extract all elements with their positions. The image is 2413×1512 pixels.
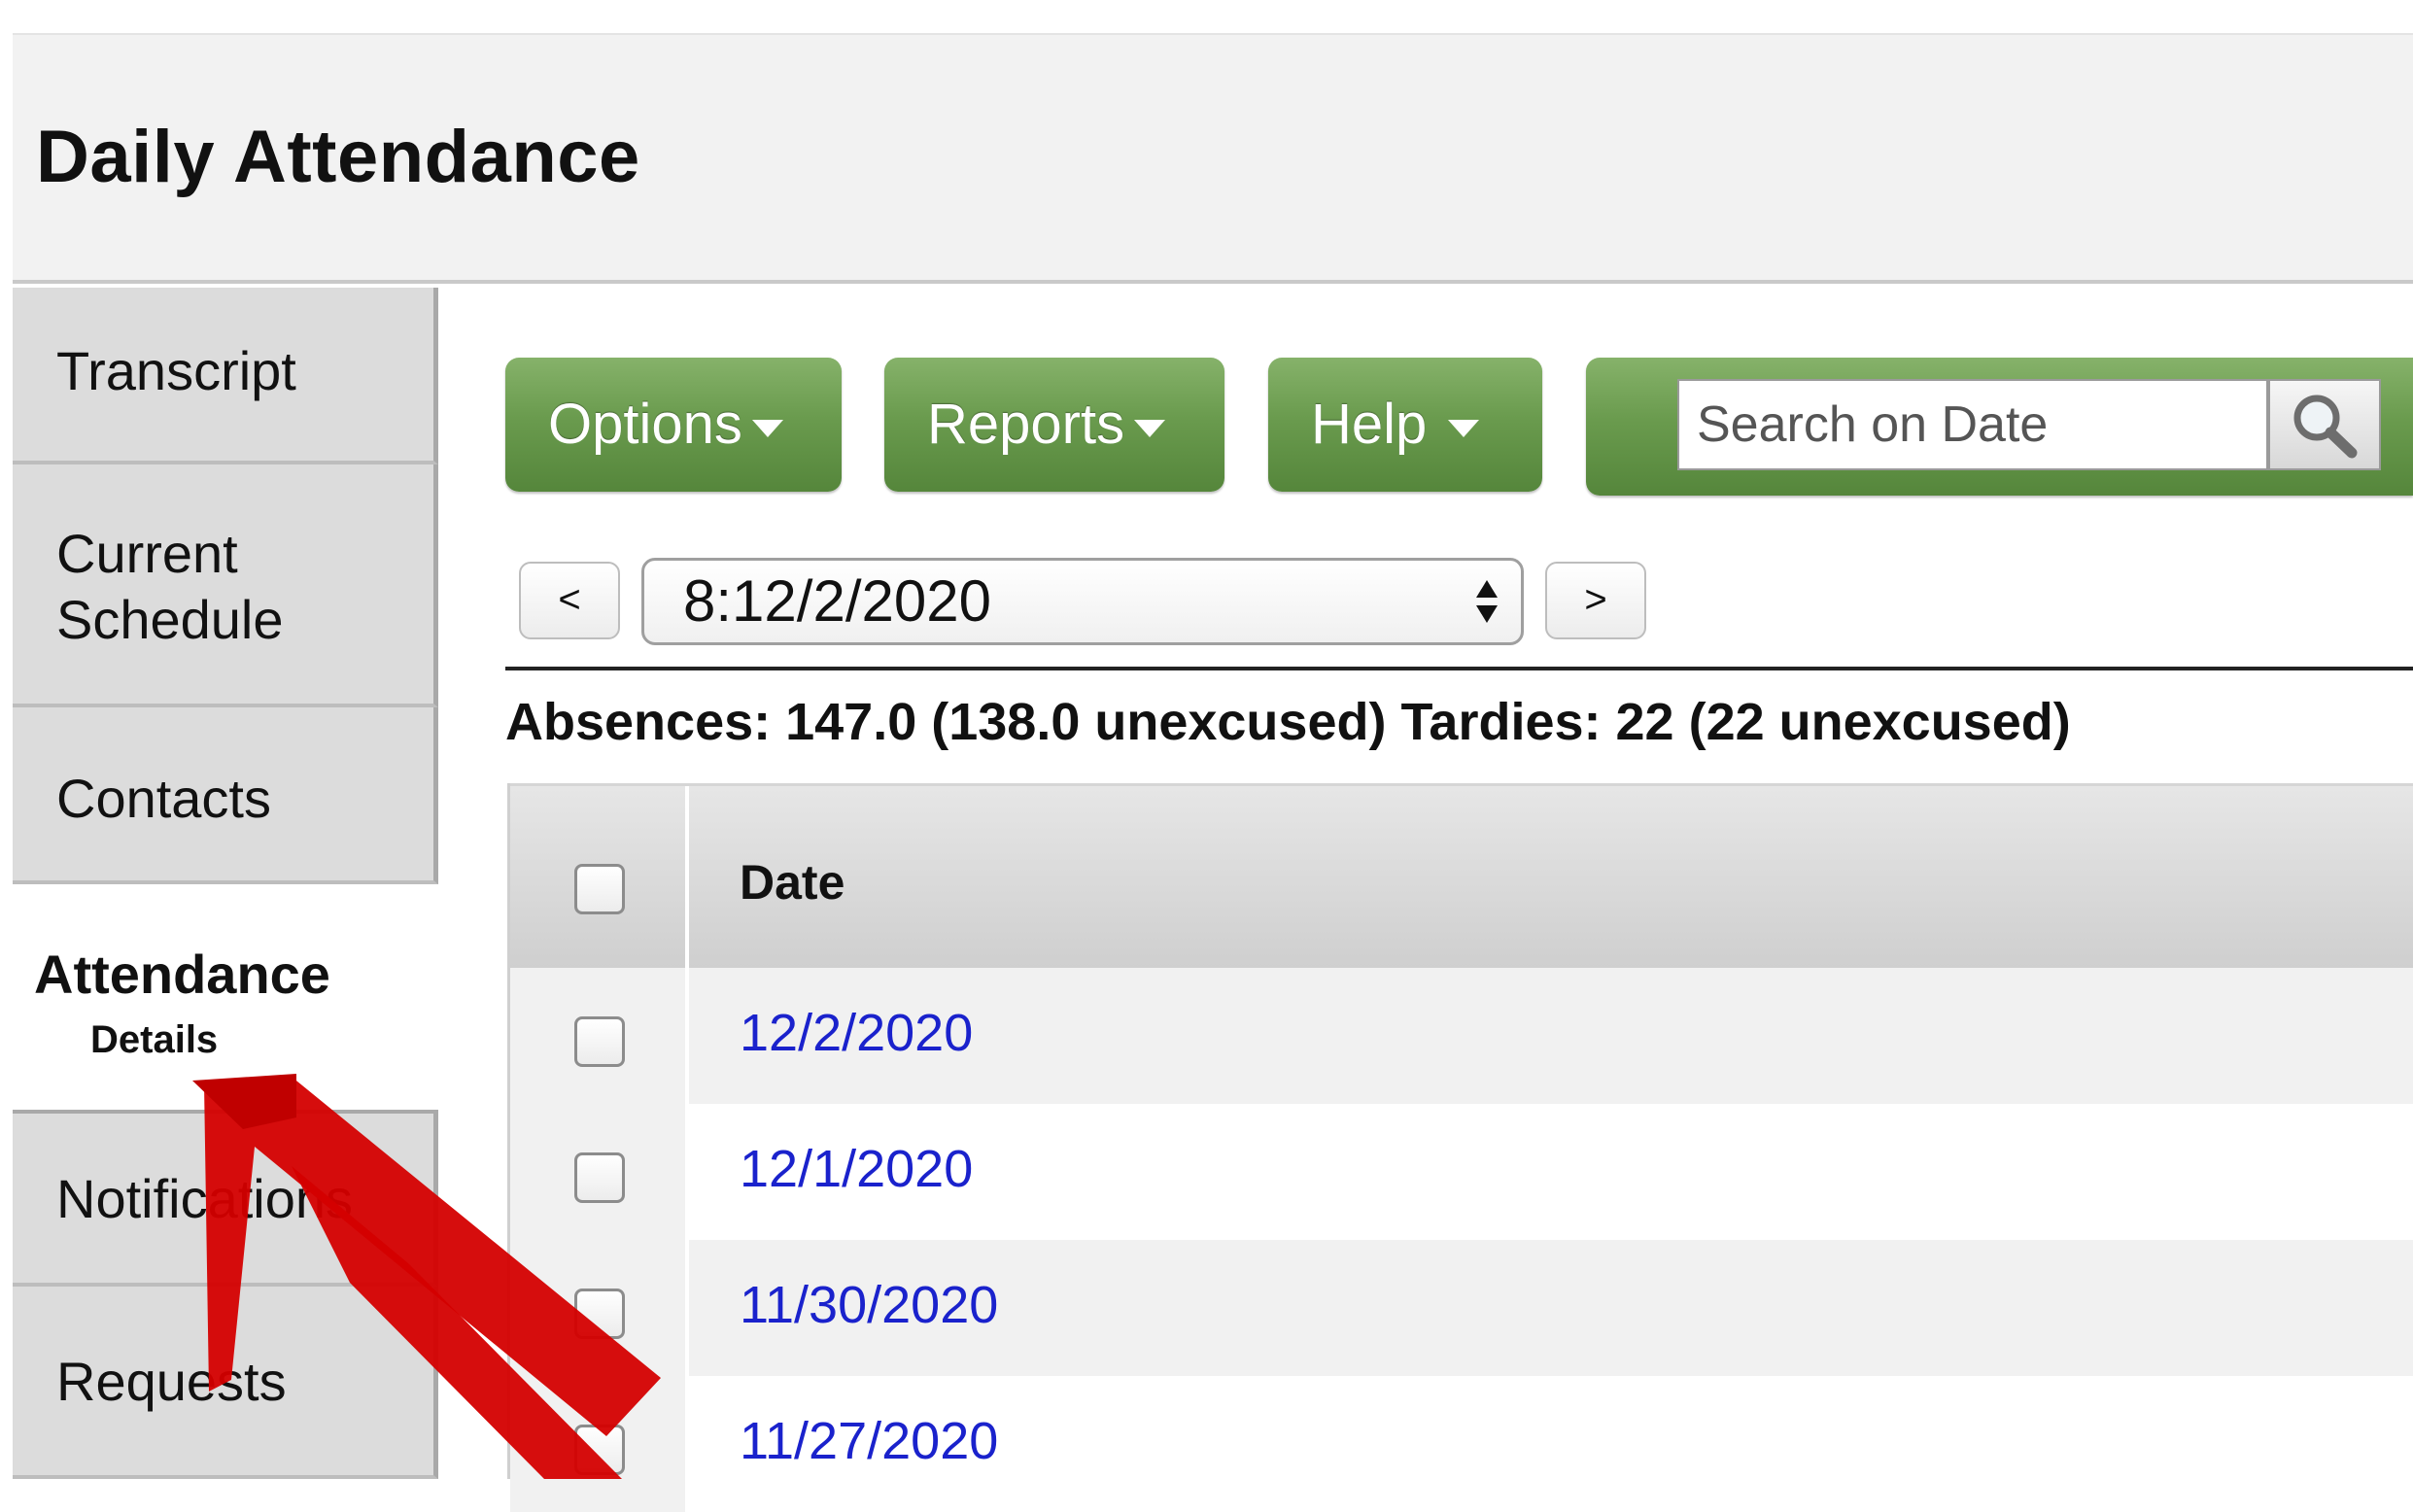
table-row: 12/1/2020	[510, 1104, 2413, 1240]
page-header: Daily Attendance	[13, 33, 2413, 284]
magnifier-icon	[2293, 395, 2358, 459]
top-margin	[0, 0, 2413, 33]
attendance-table: Date 12/2/2020 12/1/2020 11/30/2020 11/2…	[507, 783, 2413, 1512]
chevron-down-icon	[1134, 419, 1166, 437]
select-updown-icon	[1476, 580, 1498, 623]
left-margin	[0, 0, 13, 1479]
date-select-value: 8:12/2/2020	[683, 568, 991, 634]
row-checkbox[interactable]	[574, 1152, 625, 1203]
next-date-button[interactable]: >	[1545, 562, 1646, 639]
sidebar-item-label: Attendance	[34, 944, 330, 1005]
page: Daily Attendance Transcript Current Sche…	[0, 0, 2413, 1512]
header-checkbox-cell	[510, 786, 689, 971]
sidebar-item-contacts[interactable]: Contacts	[13, 707, 438, 884]
table-row: 11/30/2020	[510, 1240, 2413, 1376]
sidebar-item-attendance[interactable]: Attendance Details	[13, 884, 438, 1110]
attendance-summary: Absences: 147.0 (138.0 unexcused) Tardie…	[505, 693, 2071, 751]
divider	[505, 667, 2413, 670]
row-checkbox-cell	[510, 1240, 689, 1376]
row-checkbox[interactable]	[574, 1425, 625, 1475]
chevron-down-icon	[1448, 419, 1480, 437]
chevron-down-icon	[751, 419, 783, 437]
select-all-checkbox[interactable]	[574, 864, 625, 914]
help-button[interactable]: Help	[1268, 358, 1542, 492]
sidebar: Transcript Current Schedule Contacts Att…	[13, 288, 440, 1479]
row-checkbox[interactable]	[574, 1289, 625, 1339]
table-row: 12/2/2020	[510, 968, 2413, 1104]
sidebar-item-label: Current Schedule	[56, 523, 284, 650]
sidebar-subitem-details[interactable]: Details	[90, 1018, 218, 1062]
sidebar-item-label: Contacts	[56, 768, 271, 829]
date-link[interactable]: 11/27/2020	[740, 1411, 998, 1471]
table-header: Date	[510, 783, 2413, 971]
search-button[interactable]	[2268, 379, 2381, 470]
row-checkbox-cell	[510, 1376, 689, 1512]
row-checkbox-cell	[510, 1104, 689, 1240]
column-header-date[interactable]: Date	[740, 854, 845, 911]
date-select[interactable]: 8:12/2/2020	[641, 558, 1524, 645]
sidebar-item-requests[interactable]: Requests	[13, 1287, 438, 1479]
date-link[interactable]: 12/1/2020	[740, 1139, 973, 1199]
help-label: Help	[1311, 393, 1428, 456]
sidebar-item-label: Notifications	[56, 1168, 354, 1229]
reports-label: Reports	[927, 393, 1125, 456]
row-checkbox[interactable]	[574, 1016, 625, 1067]
previous-date-button[interactable]: <	[519, 562, 620, 639]
options-label: Options	[548, 393, 742, 456]
search-input[interactable]	[1677, 379, 2268, 470]
search-bar	[1586, 358, 2413, 496]
sidebar-item-current-schedule[interactable]: Current Schedule	[13, 464, 438, 707]
date-link[interactable]: 12/2/2020	[740, 1003, 973, 1063]
sidebar-item-label: Transcript	[56, 340, 296, 401]
sidebar-item-transcript[interactable]: Transcript	[13, 288, 438, 464]
options-button[interactable]: Options	[505, 358, 842, 492]
sidebar-item-notifications[interactable]: Notifications	[13, 1110, 438, 1287]
reports-button[interactable]: Reports	[884, 358, 1224, 492]
date-link[interactable]: 11/30/2020	[740, 1275, 998, 1335]
row-checkbox-cell	[510, 968, 689, 1104]
page-title: Daily Attendance	[36, 116, 640, 198]
sidebar-item-label: Requests	[56, 1351, 287, 1412]
table-row: 11/27/2020	[510, 1376, 2413, 1512]
